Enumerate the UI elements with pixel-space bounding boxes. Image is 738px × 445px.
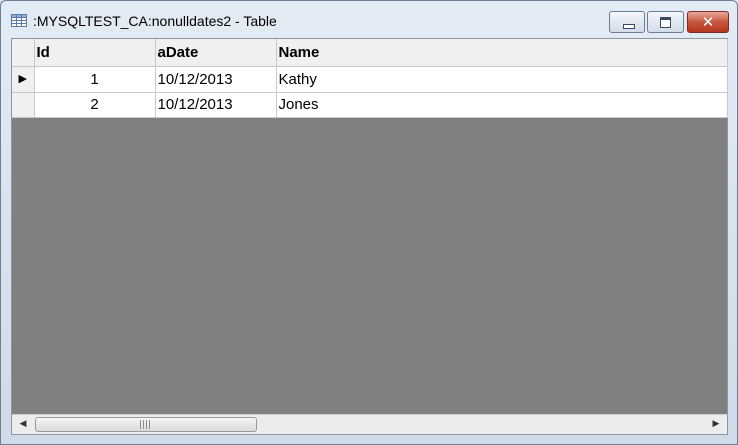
header-row: Id aDate Name — [12, 39, 728, 67]
cell-adate[interactable]: 10/12/2013 — [155, 66, 277, 93]
scrollbar-thumb[interactable] — [35, 417, 257, 432]
title-bar[interactable]: :MYSQLTEST_CA:nonulldates2 - Table ✕ — [1, 1, 737, 37]
table-grid-icon — [11, 14, 27, 27]
table-row[interactable]: 2 10/12/2013 Jones — [12, 92, 728, 118]
minimize-button[interactable] — [609, 11, 645, 33]
select-all-corner[interactable] — [12, 39, 35, 67]
data-grid: Id aDate Name ▶ 1 10/12/2013 Kathy 2 10/… — [12, 39, 728, 118]
table-window: :MYSQLTEST_CA:nonulldates2 - Table ✕ Id — [0, 0, 738, 445]
grip-icon — [140, 420, 150, 429]
close-icon: ✕ — [701, 13, 715, 31]
table-row[interactable]: ▶ 1 10/12/2013 Kathy — [12, 66, 728, 93]
cell-adate[interactable]: 10/12/2013 — [155, 92, 277, 118]
row-selector[interactable] — [12, 92, 35, 118]
table-view: Id aDate Name ▶ 1 10/12/2013 Kathy 2 10/… — [11, 38, 728, 435]
scroll-right-icon[interactable]: ▶ — [707, 415, 725, 434]
cell-name[interactable]: Kathy — [276, 66, 728, 93]
scroll-left-icon[interactable]: ◀ — [14, 415, 32, 434]
column-header-name[interactable]: Name — [276, 39, 728, 67]
row-selector[interactable]: ▶ — [12, 66, 35, 93]
maximize-icon — [660, 17, 671, 28]
column-header-id[interactable]: Id — [34, 39, 156, 67]
close-button[interactable]: ✕ — [687, 11, 729, 33]
current-row-arrow-icon: ▶ — [18, 72, 27, 85]
cell-id[interactable]: 2 — [34, 92, 156, 118]
window-title: :MYSQLTEST_CA:nonulldates2 - Table — [33, 13, 277, 29]
cell-id[interactable]: 1 — [34, 66, 156, 93]
maximize-button[interactable] — [647, 11, 684, 33]
cell-name[interactable]: Jones — [276, 92, 728, 118]
minimize-icon — [623, 24, 635, 29]
horizontal-scrollbar[interactable]: ◀ ▶ — [12, 414, 727, 434]
column-header-adate[interactable]: aDate — [155, 39, 277, 67]
